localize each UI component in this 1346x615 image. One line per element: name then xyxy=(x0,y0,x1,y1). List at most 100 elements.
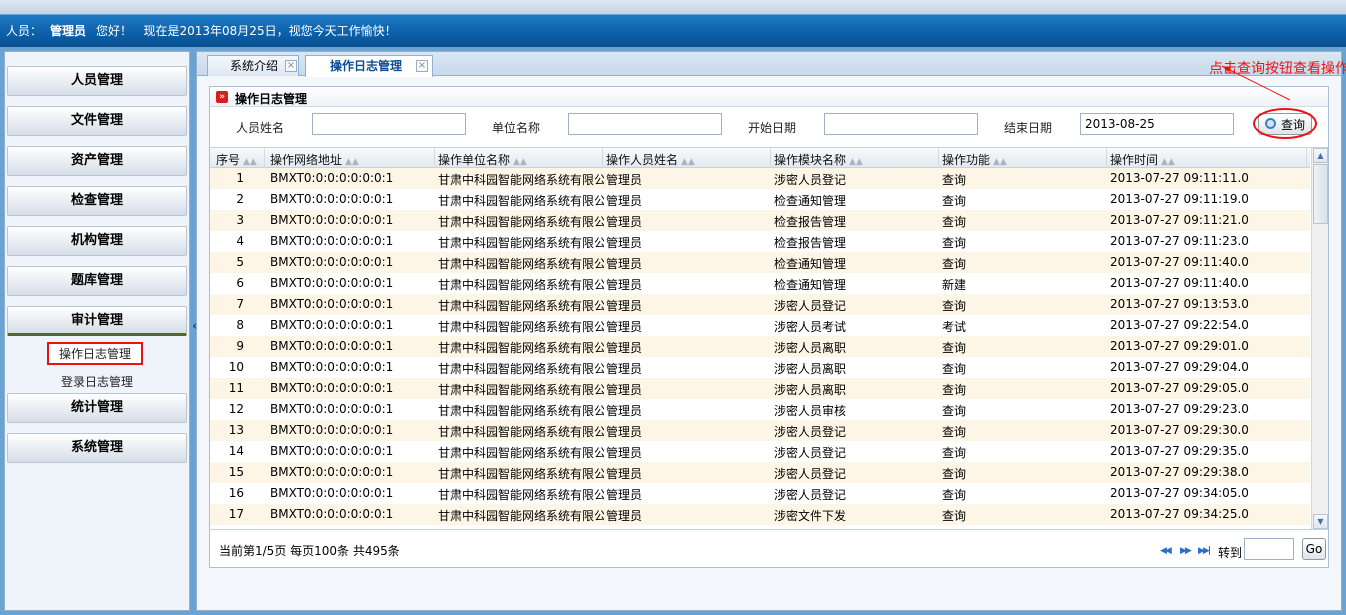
table-cell: BMXT0:0:0:0:0:0:0:1 xyxy=(270,276,394,290)
table-cell: 管理员 xyxy=(606,362,643,376)
menu-assets[interactable]: 资产管理 xyxy=(7,146,187,176)
table-row[interactable]: 8 BMXT0:0:0:0:0:0:0:1 甘肃中科园智能网络系统有限公司 管理员 涉密… xyxy=(210,315,1310,336)
header-bar: 人员： 管理员 您好！ 现在是2013年08月25日，视您今天工作愉快！ xyxy=(0,14,1346,47)
table-cell: 管理员 xyxy=(606,425,643,439)
table-cell: 甘肃中科园智能网络系统有限公司 xyxy=(438,173,604,187)
table-cell: 2013-07-27 09:11:40.0 xyxy=(1110,276,1249,290)
table-row[interactable]: 10 BMXT0:0:0:0:0:0:0:1 甘肃中科园智能网络系统有限公司 管理员 涉… xyxy=(210,357,1310,378)
start-date-label: 开始日期 xyxy=(748,121,797,135)
table-cell: 2013-07-27 09:11:11.0 xyxy=(1110,171,1249,185)
table-cell: 查询 xyxy=(942,404,967,418)
table-cell: 涉密人员登记 xyxy=(774,173,847,187)
table-row[interactable]: 17 BMXT0:0:0:0:0:0:0:1 甘肃中科园智能网络系统有限公司 管理员 涉… xyxy=(210,504,1310,525)
table-cell: 12 xyxy=(228,402,244,416)
panel-header: » 操作日志管理 xyxy=(210,87,1328,107)
next-page-icon[interactable]: ▶▶ xyxy=(1180,546,1192,556)
table-cell: BMXT0:0:0:0:0:0:0:1 xyxy=(270,339,394,353)
table-cell: 17 xyxy=(228,507,244,521)
panel-title: 操作日志管理 xyxy=(235,92,308,106)
table-cell: 涉密人员登记 xyxy=(774,299,847,313)
table-cell: BMXT0:0:0:0:0:0:0:1 xyxy=(270,402,394,416)
unit-name-input[interactable] xyxy=(568,113,722,135)
table-cell: 涉密人员登记 xyxy=(774,425,847,439)
table-cell: BMXT0:0:0:0:0:0:0:1 xyxy=(270,318,394,332)
scroll-thumb[interactable] xyxy=(1313,164,1328,224)
column-header[interactable]: 操作网络地址 ▲▲ xyxy=(270,151,359,168)
column-header[interactable]: 操作人员姓名 ▲▲ xyxy=(606,151,695,168)
vertical-scrollbar[interactable]: ▲ ▼ xyxy=(1311,148,1328,530)
person-name-input[interactable] xyxy=(312,113,466,135)
tab-system-intro[interactable]: 系统介绍 × xyxy=(207,55,299,76)
table-cell: 5 xyxy=(236,255,244,269)
table-row[interactable]: 11 BMXT0:0:0:0:0:0:0:1 甘肃中科园智能网络系统有限公司 管理员 涉… xyxy=(210,378,1310,399)
menu-audit[interactable]: 审计管理 xyxy=(7,306,187,336)
menu-inspection[interactable]: 检查管理 xyxy=(7,186,187,216)
table-row[interactable]: 9 BMXT0:0:0:0:0:0:0:1 甘肃中科园智能网络系统有限公司 管理员 涉密… xyxy=(210,336,1310,357)
table-row[interactable]: 4 BMXT0:0:0:0:0:0:0:1 甘肃中科园智能网络系统有限公司 管理员 检查… xyxy=(210,231,1310,252)
close-icon[interactable]: × xyxy=(285,60,297,72)
table-row[interactable]: 14 BMXT0:0:0:0:0:0:0:1 甘肃中科园智能网络系统有限公司 管理员 涉… xyxy=(210,441,1310,462)
tab-operation-log[interactable]: 操作日志管理 × xyxy=(305,55,433,77)
tab-strip: 系统介绍 × 操作日志管理 × 点击查询按钮查看操作日志。 xyxy=(197,52,1346,77)
table-cell: 甘肃中科园智能网络系统有限公司 xyxy=(438,278,604,292)
menu-organization[interactable]: 机构管理 xyxy=(7,226,187,256)
table-cell: 管理员 xyxy=(606,278,643,292)
table-cell: 8 xyxy=(236,318,244,332)
table-row[interactable]: 5 BMXT0:0:0:0:0:0:0:1 甘肃中科园智能网络系统有限公司 管理员 检查… xyxy=(210,252,1310,273)
table-row[interactable]: 12 BMXT0:0:0:0:0:0:0:1 甘肃中科园智能网络系统有限公司 管理员 涉… xyxy=(210,399,1310,420)
table-row[interactable]: 15 BMXT0:0:0:0:0:0:0:1 甘肃中科园智能网络系统有限公司 管理员 涉… xyxy=(210,462,1310,483)
close-icon[interactable]: × xyxy=(416,60,428,72)
table-cell: 2013-07-27 09:29:05.0 xyxy=(1110,381,1249,395)
scroll-down-icon[interactable]: ▼ xyxy=(1313,514,1328,529)
last-page-icon[interactable]: ▶▶| xyxy=(1198,546,1211,556)
start-date-input[interactable] xyxy=(824,113,978,135)
table-cell: 涉密人员离职 xyxy=(774,383,847,397)
table-cell: 检查报告管理 xyxy=(774,215,847,229)
table-cell: 查询 xyxy=(942,383,967,397)
menu-question-bank[interactable]: 题库管理 xyxy=(7,266,187,296)
table-cell: BMXT0:0:0:0:0:0:0:1 xyxy=(270,213,394,227)
table-cell: 管理员 xyxy=(606,404,643,418)
menu-personnel[interactable]: 人员管理 xyxy=(7,66,187,96)
table-cell: 涉密人员登记 xyxy=(774,467,847,481)
column-header[interactable]: 操作时间 ▲▲ xyxy=(1110,151,1175,168)
table-cell: 涉密人员离职 xyxy=(774,362,847,376)
table-row[interactable]: 7 BMXT0:0:0:0:0:0:0:1 甘肃中科园智能网络系统有限公司 管理员 涉密… xyxy=(210,294,1310,315)
menu-documents[interactable]: 文件管理 xyxy=(7,106,187,136)
column-header[interactable]: 操作功能 ▲▲ xyxy=(942,151,1007,168)
column-header[interactable]: 序号 ▲▲ xyxy=(216,151,257,168)
table-cell: 查询 xyxy=(942,257,967,271)
table-cell: 甘肃中科园智能网络系统有限公司 xyxy=(438,299,604,313)
table-cell: 查询 xyxy=(942,299,967,313)
user-name: 管理员 xyxy=(50,24,87,38)
table-row[interactable]: 6 BMXT0:0:0:0:0:0:0:1 甘肃中科园智能网络系统有限公司 管理员 检查… xyxy=(210,273,1310,294)
table-row[interactable]: 1 BMXT0:0:0:0:0:0:0:1 甘肃中科园智能网络系统有限公司 管理员 涉密… xyxy=(210,168,1310,189)
column-header[interactable]: 操作单位名称 ▲▲ xyxy=(438,151,527,168)
table-cell: 2013-07-27 09:11:21.0 xyxy=(1110,213,1249,227)
column-header[interactable]: 操作模块名称 ▲▲ xyxy=(774,151,863,168)
go-button[interactable]: Go xyxy=(1302,538,1326,560)
scroll-up-icon[interactable]: ▲ xyxy=(1313,148,1328,163)
table-cell: 2013-07-27 09:13:53.0 xyxy=(1110,297,1249,311)
table-cell: 2013-07-27 09:22:54.0 xyxy=(1110,318,1249,332)
menu-statistics[interactable]: 统计管理 xyxy=(7,393,187,423)
table-cell: BMXT0:0:0:0:0:0:0:1 xyxy=(270,423,394,437)
table-cell: 甘肃中科园智能网络系统有限公司 xyxy=(438,446,604,460)
table-body: 1 BMXT0:0:0:0:0:0:0:1 甘肃中科园智能网络系统有限公司 管理员 涉密… xyxy=(210,168,1310,530)
first-page-icon[interactable]: ◀◀ xyxy=(1160,546,1172,556)
table-cell: 2013-07-27 09:34:25.0 xyxy=(1110,507,1249,521)
menu-system[interactable]: 系统管理 xyxy=(7,433,187,463)
app-frame: 人员管理 文件管理 资产管理 检查管理 机构管理 题库管理 审计管理 操作日志管… xyxy=(0,47,1346,615)
table-cell: 2013-07-27 09:29:04.0 xyxy=(1110,360,1249,374)
table-row[interactable]: 2 BMXT0:0:0:0:0:0:0:1 甘肃中科园智能网络系统有限公司 管理员 检查… xyxy=(210,189,1310,210)
table-row[interactable]: 13 BMXT0:0:0:0:0:0:0:1 甘肃中科园智能网络系统有限公司 管理员 涉… xyxy=(210,420,1310,441)
end-date-input[interactable] xyxy=(1080,113,1234,135)
table-cell: 查询 xyxy=(942,509,967,523)
goto-page-input[interactable] xyxy=(1244,538,1294,560)
table-cell: 查询 xyxy=(942,173,967,187)
table-row[interactable]: 16 BMXT0:0:0:0:0:0:0:1 甘肃中科园智能网络系统有限公司 管理员 涉… xyxy=(210,483,1310,504)
table-row[interactable]: 3 BMXT0:0:0:0:0:0:0:1 甘肃中科园智能网络系统有限公司 管理员 检查… xyxy=(210,210,1310,231)
subitem-login-log[interactable]: 登录日志管理 xyxy=(61,373,133,390)
table-cell: 2013-07-27 09:34:05.0 xyxy=(1110,486,1249,500)
subitem-operation-log[interactable]: 操作日志管理 xyxy=(47,342,144,365)
